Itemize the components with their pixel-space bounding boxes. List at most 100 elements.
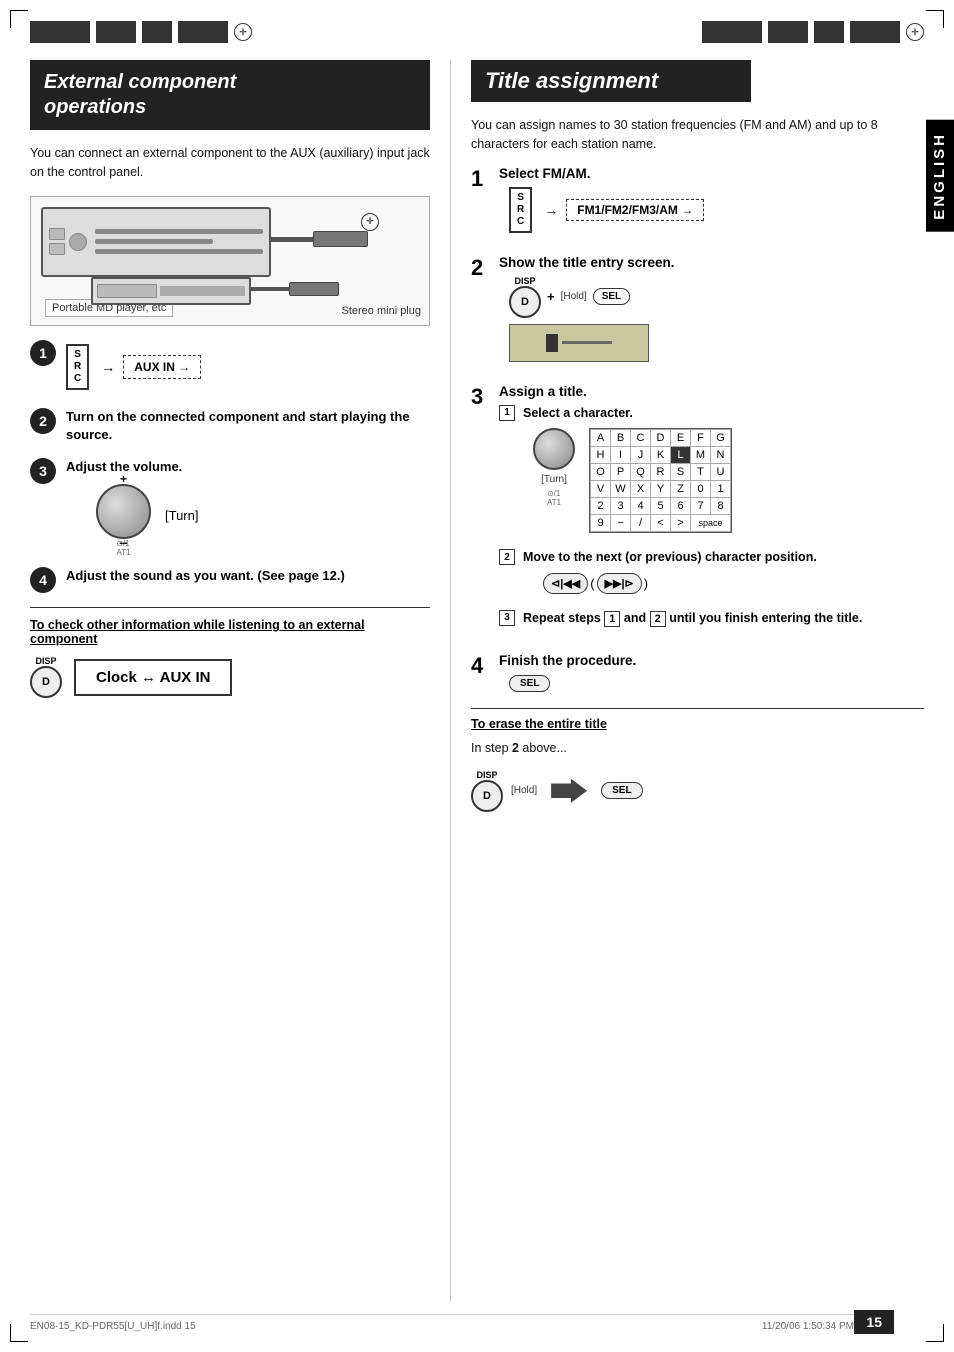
right-step-4-num: 4 — [471, 653, 491, 679]
char-K[interactable]: K — [651, 447, 671, 464]
right-step-3-num: 3 — [471, 384, 491, 410]
stereo-label: Stereo mini plug — [342, 305, 422, 317]
char-U[interactable]: U — [711, 464, 731, 481]
nav-slash: ( — [590, 576, 594, 591]
top-bar: ✛ ✛ — [30, 18, 924, 46]
char-row-3: O P Q R S T U — [591, 464, 731, 481]
screen-cursor — [546, 334, 558, 352]
char-C[interactable]: C — [631, 430, 651, 447]
char-dash[interactable]: − — [611, 515, 631, 532]
cable-portable — [249, 287, 294, 291]
sel-button-erase[interactable]: SEL — [601, 782, 642, 799]
char-0[interactable]: 0 — [691, 481, 711, 498]
src-s-fm: S — [517, 192, 524, 204]
char-lt[interactable]: < — [651, 515, 671, 532]
src-s: S — [74, 349, 81, 361]
step-2: 2 Turn on the connected component and st… — [30, 408, 430, 444]
src-r-fm: R — [517, 204, 524, 216]
knob-att-label: ⊙/1AT1 — [116, 539, 130, 557]
step-3-number: 3 — [30, 458, 56, 484]
sub-step-1-content: Select a character. [Turn] ⊙/1AT1 — [523, 405, 924, 540]
sub-step-1-num: 1 — [499, 405, 515, 421]
disp-button[interactable]: DISP D — [30, 656, 62, 698]
char-1[interactable]: 1 — [711, 481, 731, 498]
char-3[interactable]: 3 — [611, 498, 631, 515]
title-assignment-heading: Title assignment — [485, 68, 737, 94]
nav-next[interactable]: ▶▶|⊳ — [597, 573, 642, 594]
main-content: External component operations You can co… — [30, 60, 924, 1302]
step-4-number: 4 — [30, 567, 56, 593]
char-G[interactable]: G — [711, 430, 731, 447]
char-J[interactable]: J — [631, 447, 651, 464]
slot-2 — [49, 243, 65, 255]
src-button-fm[interactable]: S R C — [509, 187, 532, 233]
clock-aux-box: Clock ↔ AUX IN — [74, 659, 232, 696]
slot-1 — [49, 228, 65, 240]
erase-title: To erase the entire title — [471, 717, 924, 731]
nav-prev[interactable]: ⊲|◀◀ — [543, 573, 588, 594]
page-number: 15 — [854, 1310, 894, 1334]
char-N[interactable]: N — [711, 447, 731, 464]
char-space[interactable]: space — [691, 515, 731, 532]
step-2-number: 2 — [30, 408, 56, 434]
unit-line-3 — [95, 249, 263, 254]
char-P[interactable]: P — [611, 464, 631, 481]
char-row-5: 2 3 4 5 6 7 8 — [591, 498, 731, 515]
char-S[interactable]: S — [671, 464, 691, 481]
char-2[interactable]: 2 — [591, 498, 611, 515]
page-footer: EN08-15_KD-PDR55[U_UH]f.indd 15 11/20/06… — [30, 1314, 854, 1332]
char-gt[interactable]: > — [671, 515, 691, 532]
char-V[interactable]: V — [591, 481, 611, 498]
char-H[interactable]: H — [591, 447, 611, 464]
volume-knob[interactable] — [96, 484, 151, 539]
char-R[interactable]: R — [651, 464, 671, 481]
char-D[interactable]: D — [651, 430, 671, 447]
step-3: 3 Adjust the volume. ⊙/1AT1 [Turn] — [30, 458, 430, 547]
char-Z[interactable]: Z — [671, 481, 691, 498]
char-Y[interactable]: Y — [651, 481, 671, 498]
char-8[interactable]: 8 — [711, 498, 731, 515]
char-X[interactable]: X — [631, 481, 651, 498]
char-6[interactable]: 6 — [671, 498, 691, 515]
md-body — [160, 286, 245, 296]
title-assignment-box: Title assignment — [471, 60, 751, 102]
char-L[interactable]: L — [671, 447, 691, 464]
aux-in-dashed-box: AUX IN → — [123, 355, 201, 379]
disp-button-2[interactable]: DISP D — [509, 276, 541, 318]
sel-button-finish[interactable]: SEL — [509, 675, 550, 692]
char-4[interactable]: 4 — [631, 498, 651, 515]
sub-step-3-content: Repeat steps 1 and 2 until you finish en… — [523, 610, 924, 628]
char-E[interactable]: E — [671, 430, 691, 447]
char-5[interactable]: 5 — [651, 498, 671, 515]
sub-step-3: 3 Repeat steps 1 and 2 until you finish … — [499, 610, 924, 628]
right-step-2-title: Show the title entry screen. — [499, 255, 924, 270]
char-F[interactable]: F — [691, 430, 711, 447]
corner-mark-tl — [10, 10, 28, 28]
char-7[interactable]: 7 — [691, 498, 711, 515]
disp-button-erase[interactable]: DISP D — [471, 770, 503, 812]
char-O[interactable]: O — [591, 464, 611, 481]
unit-slots — [49, 228, 65, 255]
char-A[interactable]: A — [591, 430, 611, 447]
char-W[interactable]: W — [611, 481, 631, 498]
fm-dashed-box: FM1/FM2/FM3/AM → — [566, 199, 704, 221]
sub-step-1-title: Select a character. — [523, 405, 924, 423]
char-I[interactable]: I — [611, 447, 631, 464]
disp-check-row: DISP D Clock ↔ AUX IN — [30, 656, 430, 698]
arrow-icon: → — [101, 359, 115, 375]
device-illustration: ✛ Portable MD player, etc Stereo mini pl… — [30, 196, 430, 326]
char-Q[interactable]: Q — [631, 464, 651, 481]
sel-button-2[interactable]: SEL — [593, 288, 630, 305]
right-step-3-title: Assign a title. — [499, 384, 924, 399]
char-B[interactable]: B — [611, 430, 631, 447]
char-T[interactable]: T — [691, 464, 711, 481]
char-M[interactable]: M — [691, 447, 711, 464]
footer-right: 11/20/06 1:50:34 PM — [762, 1321, 854, 1332]
char-row-2: H I J K L M N — [591, 447, 731, 464]
src-button[interactable]: S R C — [66, 344, 89, 390]
char-slash[interactable]: / — [631, 515, 651, 532]
char-knob[interactable] — [533, 428, 575, 470]
unit-line-2 — [95, 239, 213, 244]
char-9[interactable]: 9 — [591, 515, 611, 532]
top-bar-block-7 — [814, 21, 844, 43]
